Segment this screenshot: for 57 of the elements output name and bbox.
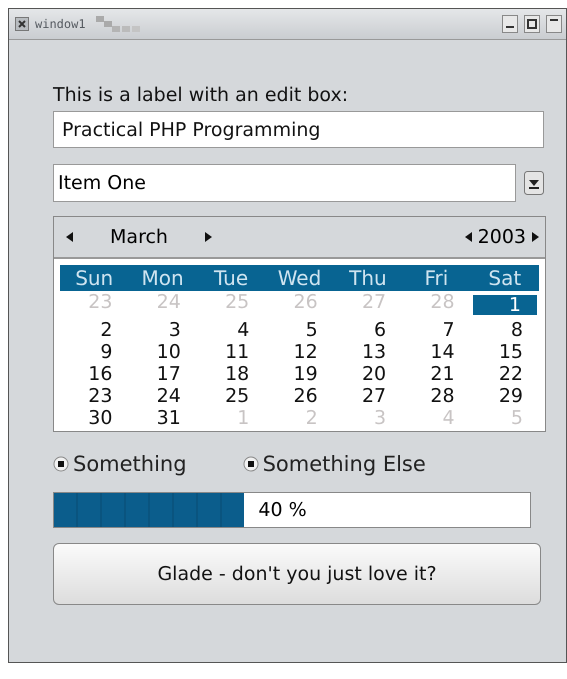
weekday-label: Sat xyxy=(487,266,522,290)
minimize-icon[interactable] xyxy=(502,15,518,33)
calendar-day[interactable]: 30 xyxy=(60,407,128,429)
calendar-day[interactable]: 23 xyxy=(60,385,128,407)
calendar-day[interactable]: 31 xyxy=(128,407,197,429)
close-icon[interactable] xyxy=(15,17,29,31)
calendar-day[interactable]: 3 xyxy=(128,319,197,341)
calendar-day[interactable]: 29 xyxy=(470,385,539,407)
next-month-icon[interactable] xyxy=(204,232,212,242)
calendar-day[interactable]: 12 xyxy=(265,341,334,363)
shade-icon[interactable] xyxy=(546,15,562,33)
calendar-day[interactable]: 27 xyxy=(334,385,402,407)
month-label: March xyxy=(109,226,169,248)
weekday-label: Sun xyxy=(74,266,114,290)
previous-year-icon[interactable] xyxy=(464,232,473,242)
calendar-day[interactable]: 20 xyxy=(334,363,402,385)
calendar-day[interactable]: 14 xyxy=(402,341,471,363)
calendar-day[interactable]: 26 xyxy=(265,385,334,407)
calendar-day[interactable]: 4 xyxy=(196,319,266,341)
next-year-icon[interactable] xyxy=(531,232,539,242)
radio-dot-icon[interactable] xyxy=(242,456,259,472)
calendar-day[interactable]: 15 xyxy=(470,341,539,363)
weekday-label: Mon xyxy=(140,266,185,290)
weekday-label: Thu xyxy=(348,266,388,290)
calendar-day[interactable]: 17 xyxy=(128,363,197,385)
calendar-day[interactable]: 19 xyxy=(265,363,334,385)
calendar-day[interactable]: 9 xyxy=(60,341,128,363)
radio-button[interactable]: Something Else xyxy=(242,452,426,476)
calendar-day[interactable]: 13 xyxy=(334,341,402,363)
calendar-day[interactable]: 6 xyxy=(334,319,402,341)
previous-month-icon[interactable] xyxy=(66,232,74,242)
calendar-day[interactable]: 25 xyxy=(196,385,266,407)
calendar-day[interactable]: 16 xyxy=(60,363,128,385)
radio-button[interactable]: Something xyxy=(53,452,187,476)
calendar-day[interactable]: 5 xyxy=(265,319,334,341)
calendar-day[interactable]: 1 xyxy=(472,295,537,315)
calendar-day[interactable]: 7 xyxy=(402,319,471,341)
text-field[interactable]: Practical PHP Programming xyxy=(53,111,544,148)
radio-dot-icon[interactable] xyxy=(53,456,69,472)
calendar-day[interactable]: 21 xyxy=(402,363,471,385)
calendar-day[interactable]: 24 xyxy=(128,385,197,407)
weekday-label: Fri xyxy=(423,266,450,290)
glade-button[interactable]: Glade - don't you just love it? xyxy=(53,543,541,605)
edit-box-label: This is a label with an edit box: xyxy=(53,84,350,106)
calendar-day[interactable]: 10 xyxy=(128,341,197,363)
calendar-day[interactable]: 18 xyxy=(196,363,266,385)
maximize-icon[interactable] xyxy=(524,15,540,33)
calendar-day[interactable]: 28 xyxy=(402,385,471,407)
weekday-label: Tue xyxy=(212,266,250,290)
calendar-day[interactable]: 22 xyxy=(470,363,539,385)
calendar-day[interactable]: 11 xyxy=(196,341,266,363)
year-label: 2003 xyxy=(478,226,526,248)
calendar-day[interactable]: 2 xyxy=(60,319,128,341)
progress-text: 40 % xyxy=(258,499,307,521)
window-title: window1 xyxy=(35,17,86,31)
calendar-day[interactable]: 8 xyxy=(470,319,539,341)
weekday-label: Wed xyxy=(276,266,322,290)
